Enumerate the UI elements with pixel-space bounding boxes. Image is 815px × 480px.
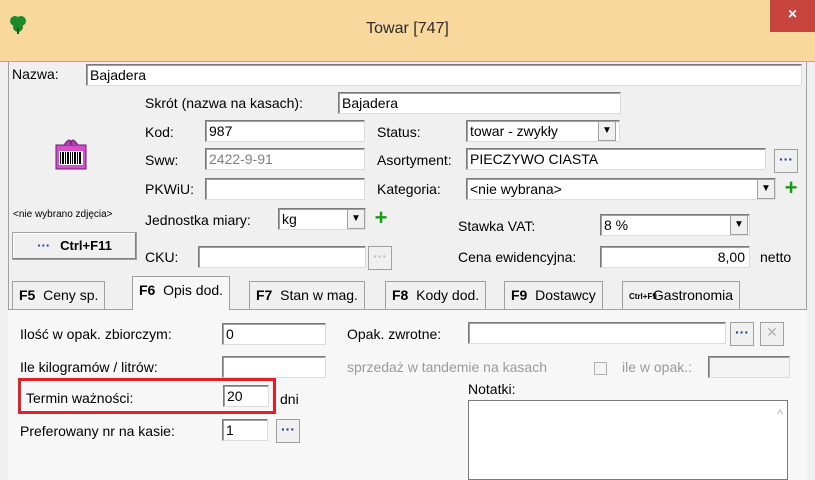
opak-browse-button[interactable]: ··· xyxy=(730,322,754,346)
tab-key: F6 xyxy=(139,282,156,298)
jednostka-label: Jednostka miary: xyxy=(145,212,251,228)
jednostka-add-icon[interactable]: + xyxy=(370,207,392,230)
tab-label: Stan w mag. xyxy=(280,287,358,303)
kod-label: Kod: xyxy=(145,124,174,140)
ile-opak-input[interactable] xyxy=(708,356,790,378)
kod-input[interactable]: 987 xyxy=(205,120,365,142)
scroll-up-icon[interactable]: ^ xyxy=(777,407,783,421)
gift-barcode-icon xyxy=(55,139,87,170)
tab-key: F7 xyxy=(256,287,273,303)
dots-icon: ··· xyxy=(37,238,51,253)
tab-opis[interactable]: F6 Opis dod. xyxy=(132,276,231,310)
asortyment-label: Asortyment: xyxy=(377,152,452,168)
tab-key: F8 xyxy=(392,287,409,303)
asortyment-input[interactable]: PIECZYWO CIASTA xyxy=(466,148,766,170)
sww-input[interactable]: 2422-9-91 xyxy=(205,148,365,170)
termin-input[interactable]: 20 xyxy=(223,385,269,407)
nazwa-label: Nazwa: xyxy=(12,66,59,82)
close-button[interactable]: × xyxy=(770,0,815,32)
tab-stan[interactable]: F7 Stan w mag. xyxy=(249,281,365,309)
pref-input[interactable]: 1 xyxy=(222,419,268,441)
pkwiu-label: PKWiU: xyxy=(145,181,194,197)
jednostka-dropdown-icon[interactable]: ▼ xyxy=(347,209,365,229)
photo-button[interactable]: ··· Ctrl+F11 xyxy=(12,232,137,260)
kategoria-select[interactable]: <nie wybrana> xyxy=(466,178,776,200)
nazwa-input[interactable]: Bajadera xyxy=(86,64,802,86)
tab-label: Gastronomia xyxy=(652,287,734,303)
tab-key: F5 xyxy=(19,287,36,303)
skrot-input[interactable]: Bajadera xyxy=(338,92,621,114)
tab-gastronomia[interactable]: Ctrl+F9 Gastronomia xyxy=(622,281,741,309)
vat-dropdown-icon[interactable]: ▼ xyxy=(730,215,748,235)
termin-label: Termin ważności: xyxy=(26,390,134,406)
kategoria-add-icon[interactable]: + xyxy=(780,177,802,200)
opak-label: Opak. zwrotne: xyxy=(347,326,442,342)
status-select[interactable]: towar - zwykły xyxy=(466,120,620,142)
tab-dostawcy[interactable]: F9 Dostawcy xyxy=(504,281,603,309)
status-dropdown-icon[interactable]: ▼ xyxy=(598,121,616,141)
tab-ceny[interactable]: F5 Ceny sp. xyxy=(12,281,106,309)
tab-key: F9 xyxy=(511,287,528,303)
kategoria-label: Kategoria: xyxy=(377,181,441,197)
tab-label: Opis dod. xyxy=(163,282,224,298)
tab-label: Dostawcy xyxy=(535,287,596,303)
sww-label: Sww: xyxy=(145,152,179,168)
notatki-textarea[interactable]: ^ xyxy=(468,400,788,480)
cku-label: CKU: xyxy=(145,249,179,265)
cku-input[interactable] xyxy=(198,246,366,268)
cena-input[interactable]: 8,00 xyxy=(600,246,750,268)
ile-opak-label: ile w opak.: xyxy=(622,359,693,375)
pref-label: Preferowany nr na kasie: xyxy=(20,423,175,439)
ilosc-input[interactable]: 0 xyxy=(222,323,326,345)
tandem-label: sprzedaż w tandemie na kasach xyxy=(347,359,547,375)
kategoria-dropdown-icon[interactable]: ▼ xyxy=(757,179,775,199)
opak-input[interactable] xyxy=(468,322,726,344)
window-title: Towar [747] xyxy=(366,20,449,37)
termin-unit: dni xyxy=(280,391,299,407)
photo-button-label: Ctrl+F11 xyxy=(60,238,112,253)
notatki-label: Notatki: xyxy=(468,381,516,397)
ilosc-label: Ilość w opak. zbiorczym: xyxy=(20,326,172,342)
kg-input[interactable] xyxy=(222,356,326,378)
tab-key: Ctrl+F9 xyxy=(629,291,657,301)
cku-browse-button[interactable]: ··· xyxy=(368,246,392,270)
title-bar[interactable]: Towar [747] × xyxy=(0,0,815,62)
tab-label: Ceny sp. xyxy=(43,287,99,303)
skrot-label: Skrót (nazwa na kasach): xyxy=(145,95,303,111)
pref-browse-button[interactable]: ··· xyxy=(276,419,300,443)
pkwiu-input[interactable] xyxy=(205,178,365,200)
vat-select[interactable]: 8 % xyxy=(600,214,750,236)
status-label: Status: xyxy=(377,124,421,140)
tab-kody[interactable]: F8 Kody dod. xyxy=(385,281,487,309)
vat-label: Stawka VAT: xyxy=(458,218,536,234)
tandem-checkbox[interactable] xyxy=(594,362,607,375)
photo-caption: <nie wybrano zdjęcia> xyxy=(13,209,113,220)
kg-label: Ile kilogramów / litrów: xyxy=(20,359,158,375)
asortyment-browse-button[interactable]: ··· xyxy=(774,149,798,173)
tab-label: Kody dod. xyxy=(416,287,480,303)
cena-label: Cena ewidencyjna: xyxy=(458,249,577,265)
opak-clear-icon[interactable]: ✕ xyxy=(760,322,784,346)
cena-suffix: netto xyxy=(760,249,792,265)
